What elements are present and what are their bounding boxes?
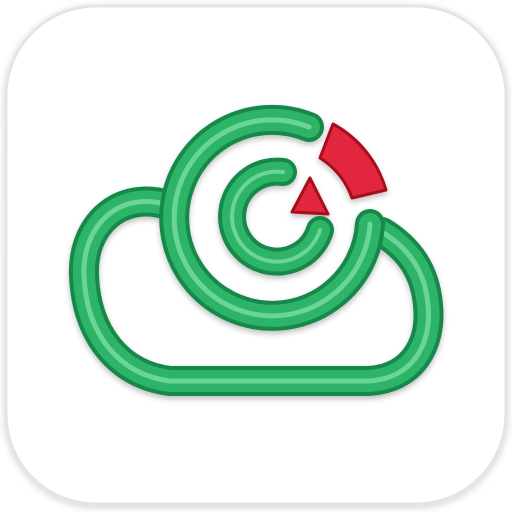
app-icon-canvas: [0, 0, 512, 512]
app-icon[interactable]: [0, 0, 512, 512]
